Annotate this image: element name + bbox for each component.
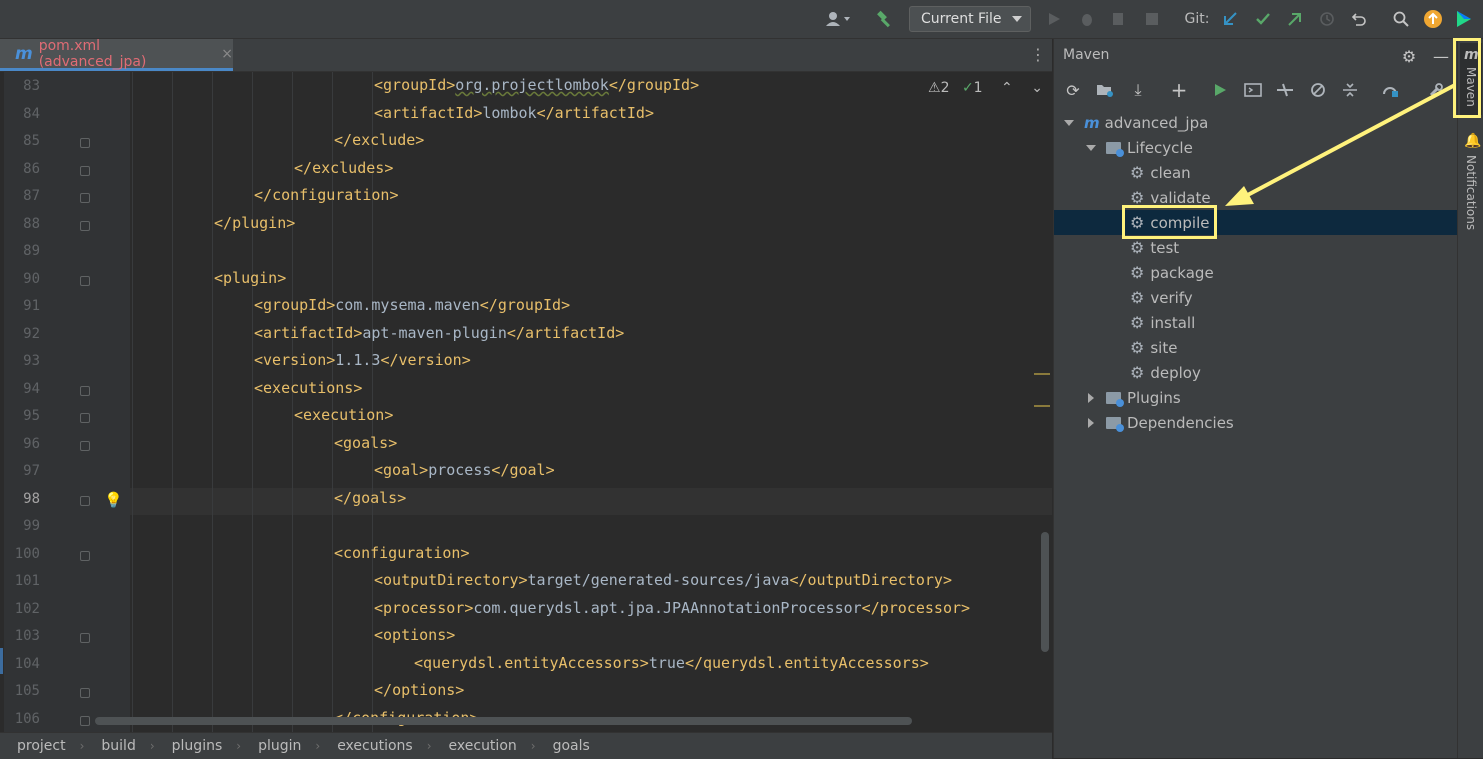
annotation-arrow bbox=[1225, 83, 1456, 206]
